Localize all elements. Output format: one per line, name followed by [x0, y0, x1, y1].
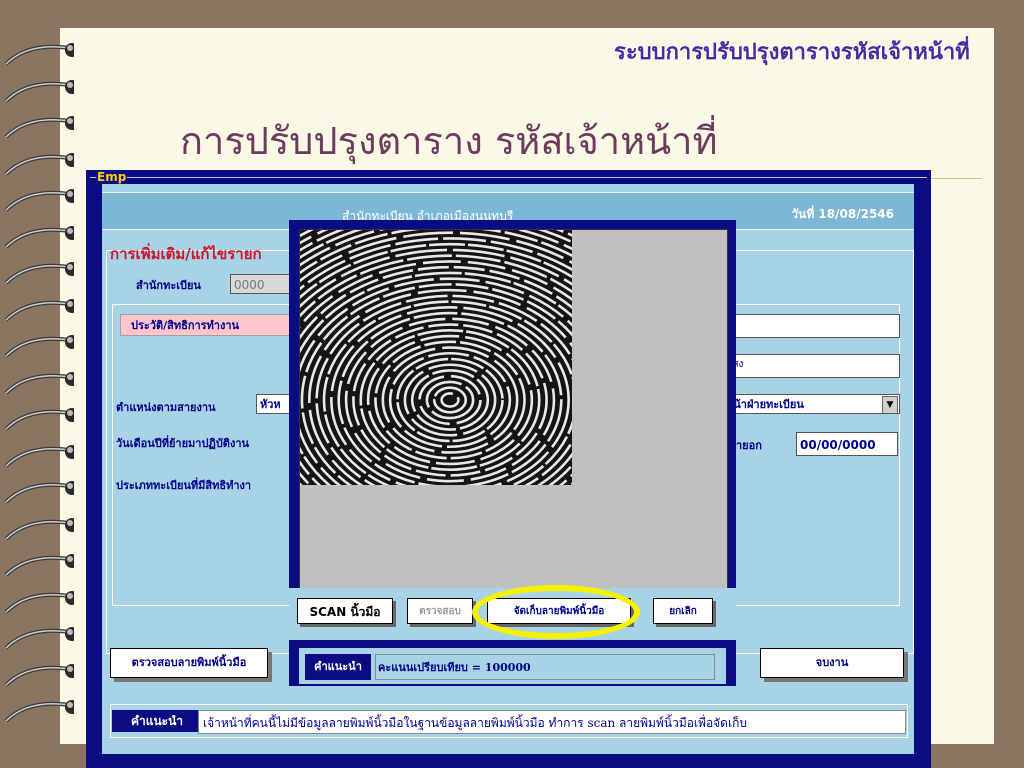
- binding-ring: [0, 363, 74, 403]
- surname-field[interactable]: แสง: [722, 354, 900, 378]
- binding-ring: [0, 472, 74, 512]
- binding-ring: [0, 180, 74, 220]
- fingerprint-icon: [300, 230, 572, 485]
- department-value: หน้าฝ่ายทะเบียน: [726, 398, 804, 411]
- section-title: การเพิ่มเติม/แก้ไขรายก: [110, 245, 262, 263]
- name-field[interactable]: [722, 314, 900, 338]
- fingerprint-image: [300, 230, 572, 485]
- leave-date-field[interactable]: 00/00/0000: [796, 432, 898, 456]
- scanner-dialog: SCAN นิ้วมือ ตรวจสอบ จัดเก็บลายพิมพ์นิ้ว…: [289, 220, 736, 686]
- binding-ring: [0, 107, 74, 147]
- binding-ring: [0, 618, 74, 658]
- binding-ring: [0, 545, 74, 585]
- window-title: Emp: [96, 170, 128, 184]
- binding-ring: [0, 290, 74, 330]
- scanner-hint-text: คะแนนเปรียบเทียบ = 100000: [375, 654, 715, 680]
- binding-ring: [0, 326, 74, 366]
- registry-field[interactable]: 0000: [230, 274, 292, 294]
- binding-ring: [0, 34, 74, 74]
- binding-ring: [0, 436, 74, 476]
- binding-ring: [0, 71, 74, 111]
- binding-ring: [0, 217, 74, 257]
- tab-history[interactable]: ประวัติ/สิทธิการทำงาน: [120, 314, 298, 336]
- binding-ring: [0, 582, 74, 622]
- scanner-button-bar: SCAN นิ้วมือ ตรวจสอบ จัดเก็บลายพิมพ์นิ้ว…: [289, 588, 736, 640]
- scan-button[interactable]: SCAN นิ้วมือ: [297, 598, 393, 624]
- cancel-button[interactable]: ยกเลิก: [653, 598, 713, 624]
- binding-ring: [0, 399, 74, 439]
- store-fingerprint-button[interactable]: จัดเก็บลายพิมพ์นิ้วมือ: [487, 598, 631, 624]
- window-border: [90, 177, 927, 178]
- registry-label: สำนักทะเบียน: [136, 279, 201, 292]
- move-date-label: วันเดือนปีที่ย้ายมาปฏิบัติงาน: [116, 437, 250, 450]
- divider: [930, 178, 982, 179]
- binding-ring: [0, 655, 74, 695]
- leave-label: ายอก: [736, 439, 762, 452]
- binding-ring: [0, 253, 74, 293]
- department-select[interactable]: หน้าฝ่ายทะเบียน ▼: [722, 394, 900, 414]
- scanner-hint-bar: คำแนะนำ คะแนนเปรียบเทียบ = 100000: [299, 648, 726, 684]
- binding-ring: [0, 144, 74, 184]
- chevron-down-icon[interactable]: ▼: [882, 396, 898, 413]
- check-fingerprint-button[interactable]: ตรวจสอบลายพิมพ์นิ้วมือ: [110, 648, 268, 678]
- verify-button[interactable]: ตรวจสอบ: [407, 598, 473, 624]
- finish-button[interactable]: จบงาน: [760, 648, 904, 678]
- position-label: ตำแหน่งตามสายงาน: [116, 401, 216, 414]
- scanner-hint-label: คำแนะนำ: [305, 654, 371, 680]
- scan-preview: [299, 229, 728, 589]
- registry-type-label: ประเภททะเบียนที่มีสิทธิทำงา: [116, 479, 252, 492]
- slide-title: การปรับปรุงตาราง รหัสเจ้าหน้าที่: [180, 119, 718, 163]
- current-date: วันที่ 18/08/2546: [791, 207, 894, 221]
- hint-text: เจ้าหน้าที่คนนี้ไม่มีข้อมูลลายพิมพ์นิ้วม…: [198, 710, 906, 734]
- binding-ring: [0, 691, 74, 731]
- hint-label: คำแนะนำ: [112, 710, 202, 732]
- slide-header-title: ระบบการปรับปรุงตารางรหัสเจ้าหน้าที่: [614, 39, 970, 65]
- binding-ring: [0, 509, 74, 549]
